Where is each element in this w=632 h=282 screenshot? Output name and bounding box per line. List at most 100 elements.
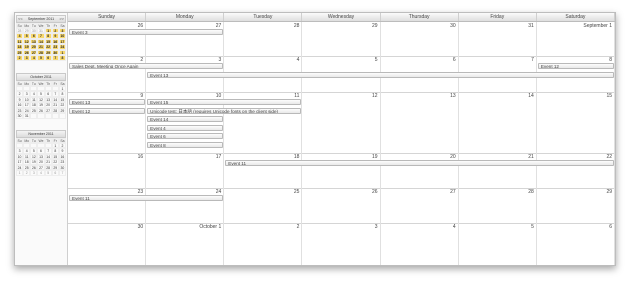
- day-cell[interactable]: 29: [302, 22, 381, 56]
- day-number: 27: [450, 189, 456, 195]
- day-cell[interactable]: 15: [537, 92, 615, 153]
- mini-day-cell[interactable]: 2: [23, 170, 31, 177]
- mini-day-cell[interactable]: 5: [44, 170, 52, 177]
- day-number: 31: [528, 23, 534, 29]
- day-cell[interactable]: 4: [381, 223, 459, 265]
- day-cell[interactable]: September 1: [537, 22, 615, 56]
- month-view: Sunday Monday Tuesday Wednesday Thursday…: [68, 13, 615, 265]
- day-number: 7: [531, 57, 534, 63]
- calendar-event[interactable]: Sales Dept. Meeting Once Again: [69, 63, 224, 69]
- day-header-wednesday: Wednesday: [302, 13, 381, 21]
- day-cell[interactable]: 19: [302, 153, 381, 188]
- day-number: 12: [372, 93, 378, 99]
- day-number: 26: [372, 189, 378, 195]
- day-cell[interactable]: 5: [459, 223, 537, 265]
- day-header-monday: Monday: [146, 13, 225, 21]
- day-number: 3: [374, 224, 378, 230]
- day-cell[interactable]: 27: [146, 22, 225, 56]
- mini-day-cell[interactable]: 1: [16, 170, 24, 177]
- calendar-event[interactable]: Event 13: [147, 71, 614, 78]
- day-number: 6: [452, 57, 456, 63]
- mini-day-cell[interactable]: 3: [30, 170, 38, 177]
- day-number: 30: [137, 224, 144, 230]
- day-number: 15: [606, 93, 612, 99]
- day-number: October 1: [199, 224, 222, 230]
- day-cell[interactable]: 24: [146, 188, 225, 223]
- day-cell[interactable]: 6: [537, 223, 615, 265]
- day-number: 28: [528, 189, 534, 195]
- mini-day-cell[interactable]: 6: [51, 170, 59, 177]
- mini-day-cell[interactable]: 5: [37, 55, 45, 62]
- mini-day-cell[interactable]: 6: [44, 55, 52, 62]
- day-cell[interactable]: 21: [459, 153, 537, 188]
- day-cell[interactable]: 18: [224, 153, 303, 188]
- calendar-window: << September 2011 >> Su Mo Tu We Th Fr Sa 28 29 3…: [14, 12, 616, 266]
- mini-day-cell[interactable]: 7: [51, 55, 59, 62]
- day-number: 16: [137, 154, 144, 160]
- calendar-event[interactable]: Unicode test: 日本語 (requires Unicode font…: [147, 107, 302, 114]
- calendar-event[interactable]: Event 14: [147, 116, 224, 122]
- day-cell[interactable]: 22: [537, 153, 615, 188]
- day-cell[interactable]: 13: [381, 92, 459, 153]
- week-row: 2 3 4 5 6 7 8 Sales Dept. Meeting Once Again Eve…: [68, 56, 615, 93]
- day-cell[interactable]: 2: [224, 223, 303, 265]
- day-header-thursday: Thursday: [381, 13, 459, 21]
- mini-day-cell[interactable]: 3: [23, 55, 31, 62]
- calendar-event[interactable]: Event 11: [69, 195, 224, 201]
- mini-day-cell[interactable]: 8: [58, 55, 66, 62]
- calendar-event[interactable]: Event 6: [147, 133, 224, 139]
- day-cell[interactable]: 28: [224, 22, 303, 56]
- day-cell[interactable]: 27: [381, 188, 459, 223]
- mini-day-cell[interactable]: 4: [30, 55, 38, 62]
- next-month-button[interactable]: >>: [59, 16, 64, 22]
- mini-day-cell[interactable]: 31: [23, 113, 31, 120]
- day-cell[interactable]: 30: [381, 22, 459, 56]
- day-cell[interactable]: 3: [302, 223, 381, 265]
- week-row: 30 October 1 2 3 4 5 6: [68, 223, 615, 265]
- day-cell[interactable]: 25: [224, 188, 303, 223]
- day-cell[interactable]: 14: [459, 92, 537, 153]
- day-cell[interactable]: 28: [459, 188, 537, 223]
- calendar-event[interactable]: Event 8: [147, 141, 224, 148]
- mini-day-cell: [58, 113, 66, 120]
- mini-calendar-grid: Su Mo Tu We Th Fr Sa 1 2 3 4 5 6 7 8 9 10 11 12 13 14 15 16 17 1…: [16, 81, 66, 120]
- mini-day-cell[interactable]: 30: [16, 113, 24, 120]
- mini-calendar-header: << September 2011 >>: [16, 15, 66, 23]
- day-cell[interactable]: 12: [302, 92, 381, 153]
- calendar-event[interactable]: Event 15: [147, 99, 302, 105]
- day-cell[interactable]: 30: [68, 223, 147, 265]
- calendar-event[interactable]: Event 4: [147, 124, 224, 131]
- calendar-event[interactable]: Event 11: [225, 160, 614, 166]
- calendar-event[interactable]: Event 3: [69, 29, 224, 35]
- mini-day-cell[interactable]: 4: [37, 170, 45, 177]
- prev-month-button[interactable]: <<: [18, 16, 23, 22]
- day-cell[interactable]: 2: [68, 56, 147, 92]
- calendar-event[interactable]: Event 12: [69, 107, 146, 114]
- day-cell[interactable]: 17: [146, 153, 225, 188]
- day-number: 4: [452, 224, 456, 230]
- mini-calendar-sidebar: << September 2011 >> Su Mo Tu We Th Fr Sa 28 29 3…: [15, 13, 68, 265]
- calendar-event[interactable]: Event 13: [69, 99, 146, 105]
- day-cell[interactable]: 23: [68, 188, 147, 223]
- day-number: 4: [296, 57, 300, 63]
- day-header-sunday: Sunday: [68, 13, 147, 21]
- day-number: 25: [293, 189, 300, 195]
- calendar-event[interactable]: Event 12: [537, 63, 614, 69]
- day-number: 6: [609, 224, 612, 230]
- day-number: 17: [215, 154, 222, 160]
- day-header-saturday: Saturday: [537, 13, 615, 21]
- day-number: 29: [606, 189, 612, 195]
- week-row: 26 27 28 29 30 31 September 1 Event 3: [68, 22, 615, 57]
- day-cell[interactable]: 29: [537, 188, 615, 223]
- mini-day-cell[interactable]: 7: [58, 170, 66, 177]
- day-cell[interactable]: 26: [68, 22, 147, 56]
- day-number: 29: [372, 23, 378, 29]
- day-cell[interactable]: 26: [302, 188, 381, 223]
- day-cell[interactable]: 20: [381, 153, 459, 188]
- day-number: September 1: [583, 23, 612, 29]
- day-cell[interactable]: October 1: [146, 223, 225, 265]
- mini-day-cell: [51, 113, 59, 120]
- day-cell[interactable]: 16: [68, 153, 147, 188]
- mini-day-cell[interactable]: 2: [16, 55, 24, 62]
- day-cell[interactable]: 31: [459, 22, 537, 56]
